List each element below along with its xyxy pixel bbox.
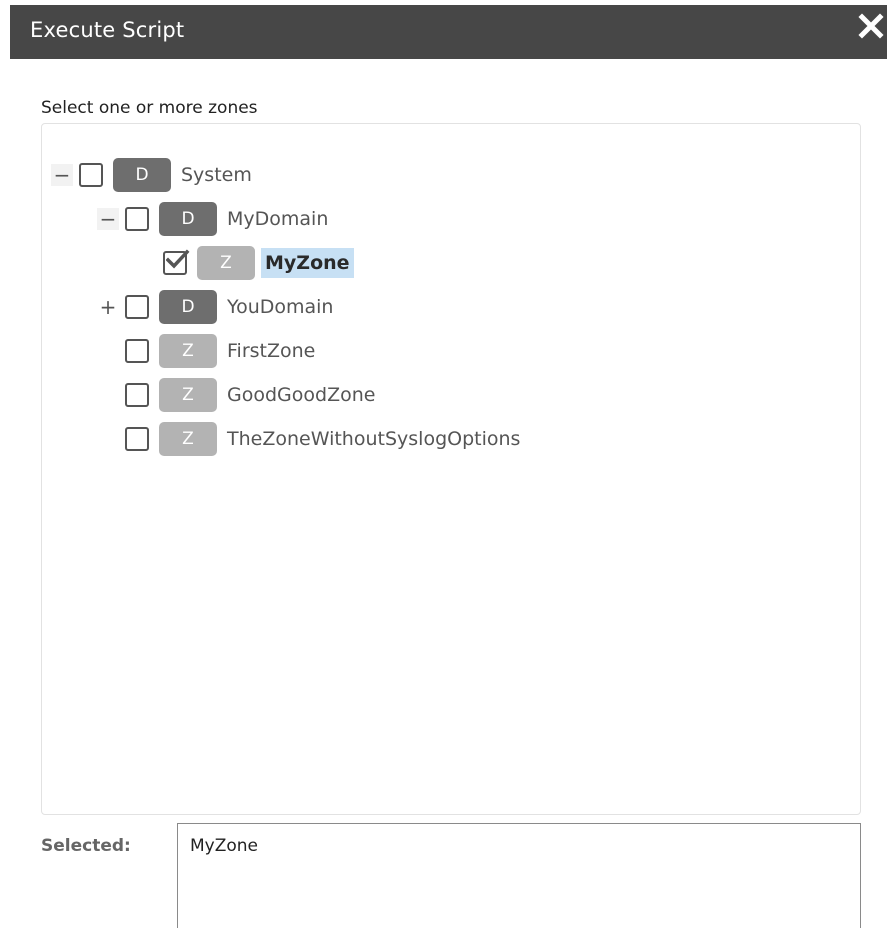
checkmark-icon (166, 249, 190, 269)
tree-node-checkbox[interactable] (125, 295, 149, 319)
domain-badge: D (113, 158, 171, 192)
dialog-title: Execute Script (30, 18, 185, 42)
zone-badge: Z (159, 422, 217, 456)
tree-node-mydomain: − D MyDomain (97, 202, 332, 236)
tree-node-checkbox-checked[interactable] (163, 249, 190, 275)
expand-toggle[interactable]: + (97, 296, 119, 318)
tree-node-label[interactable]: FirstZone (223, 336, 319, 366)
tree-node-system: − D System (51, 158, 256, 192)
selected-label: Selected: (41, 836, 131, 856)
tree-node-thezonewithoutsyslogoptions: Z TheZoneWithoutSyslogOptions (125, 422, 524, 456)
dialog-titlebar: Execute Script (10, 5, 887, 59)
instruction-text: Select one or more zones (41, 98, 258, 118)
tree-node-checkbox[interactable] (79, 163, 103, 187)
zone-badge: Z (159, 334, 217, 368)
tree-node-checkbox[interactable] (125, 427, 149, 451)
execute-script-dialog: Execute Script Select one or more zones … (0, 0, 887, 928)
zone-badge: Z (197, 246, 255, 280)
tree-node-myzone: Z MyZone (163, 246, 354, 280)
selected-zones-box[interactable]: MyZone (177, 823, 861, 928)
selected-zones-value: MyZone (190, 836, 259, 856)
zone-badge: Z (159, 378, 217, 412)
tree-node-goodgoodzone: Z GoodGoodZone (125, 378, 379, 412)
tree-node-checkbox[interactable] (125, 207, 149, 231)
tree-node-firstzone: Z FirstZone (125, 334, 319, 368)
domain-badge: D (159, 290, 217, 324)
tree-node-label[interactable]: MyDomain (223, 204, 332, 234)
tree-node-checkbox[interactable] (125, 339, 149, 363)
zone-tree: − D System − D MyDomain Z MyZone + D You… (41, 123, 861, 815)
tree-node-checkbox[interactable] (125, 383, 149, 407)
tree-node-youdomain: + D YouDomain (97, 290, 337, 324)
tree-node-label[interactable]: GoodGoodZone (223, 380, 379, 410)
collapse-toggle[interactable]: − (97, 208, 119, 230)
tree-node-label-selected[interactable]: MyZone (261, 248, 354, 278)
tree-node-label[interactable]: System (177, 160, 256, 190)
domain-badge: D (159, 202, 217, 236)
collapse-toggle[interactable]: − (51, 164, 73, 186)
tree-node-label[interactable]: YouDomain (223, 292, 337, 322)
close-icon[interactable] (858, 13, 884, 39)
tree-node-label[interactable]: TheZoneWithoutSyslogOptions (223, 424, 524, 454)
